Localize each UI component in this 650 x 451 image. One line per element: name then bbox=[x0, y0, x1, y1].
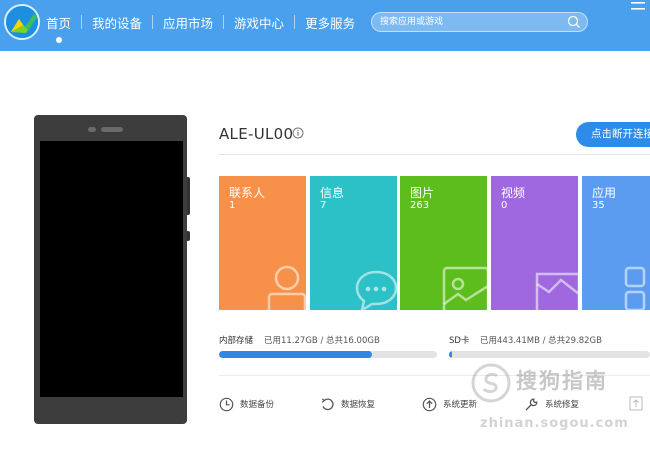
sd-storage-label: SD卡 bbox=[449, 336, 470, 346]
restore-icon bbox=[321, 397, 334, 410]
info-icon[interactable] bbox=[292, 127, 304, 139]
backup-button[interactable]: 数据备份 bbox=[219, 394, 274, 414]
tile-label: 视频 bbox=[501, 186, 526, 200]
nav-item-app-market[interactable]: 应用市场 bbox=[153, 0, 223, 44]
device-name: ALE-UL00 bbox=[219, 125, 294, 143]
nav-item-game-center[interactable]: 游戏中心 bbox=[224, 0, 294, 44]
backup-label: 数据备份 bbox=[240, 400, 275, 410]
sd-storage-fill bbox=[449, 351, 452, 358]
picture-icon bbox=[442, 266, 487, 310]
active-indicator bbox=[55, 37, 62, 43]
contacts-icon bbox=[267, 265, 306, 310]
system-repair-button[interactable]: 系统修复 bbox=[524, 394, 579, 414]
sd-storage-bar bbox=[449, 351, 650, 358]
watermark-text: 搜狗指南 bbox=[516, 369, 608, 393]
restore-button[interactable]: 数据恢复 bbox=[320, 394, 375, 414]
internal-storage-fill bbox=[219, 351, 373, 358]
nav-item-label: 首页 bbox=[46, 15, 72, 31]
sd-storage-usage: 已用443.41MB / 总共29.82GB bbox=[480, 336, 602, 346]
system-update-button[interactable]: 系统更新 bbox=[422, 394, 477, 414]
nav-item-label: 更多服务 bbox=[305, 15, 356, 31]
divider bbox=[219, 375, 650, 376]
apps-grid-icon bbox=[624, 266, 646, 310]
restore-label: 数据恢复 bbox=[341, 400, 376, 410]
tile-apps[interactable]: 应用 35 bbox=[582, 176, 650, 310]
nav-item-home[interactable]: 首页 bbox=[46, 0, 81, 44]
nav-item-label: 我的设备 bbox=[92, 15, 143, 31]
tile-count: 0 bbox=[501, 200, 508, 211]
tile-contacts[interactable]: 联系人 1 bbox=[219, 176, 306, 310]
search-input[interactable] bbox=[380, 13, 560, 31]
export-icon[interactable] bbox=[629, 396, 643, 411]
nav-item-my-devices[interactable]: 我的设备 bbox=[82, 0, 152, 44]
phone-side-button bbox=[187, 177, 190, 215]
nav-item-label: 游戏中心 bbox=[234, 15, 285, 31]
system-update-label: 系统更新 bbox=[443, 400, 478, 410]
logo-icon bbox=[6, 6, 38, 38]
nav-item-label: 应用市场 bbox=[163, 15, 214, 31]
disconnect-button[interactable]: 点击断开连接 bbox=[576, 122, 650, 147]
phone-side-button bbox=[187, 231, 190, 241]
backup-icon bbox=[219, 397, 234, 411]
phone-screen bbox=[40, 141, 183, 397]
search-icon[interactable] bbox=[567, 15, 581, 29]
phone-camera bbox=[88, 127, 96, 132]
internal-storage-label: 内部存储 bbox=[219, 336, 254, 346]
divider bbox=[219, 154, 650, 155]
top-bar: 首页 我的设备 应用市场 游戏中心 更多服务 bbox=[0, 0, 650, 51]
tile-count: 263 bbox=[410, 200, 430, 211]
tile-count: 1 bbox=[229, 200, 236, 211]
tile-label: 信息 bbox=[320, 186, 345, 200]
update-arrow-icon bbox=[422, 397, 437, 411]
phone-speaker bbox=[101, 127, 123, 132]
phone-illustration bbox=[34, 115, 190, 424]
nav-item-more-services[interactable]: 更多服务 bbox=[295, 0, 365, 44]
watermark-url: zhinan.sogou.com bbox=[480, 416, 629, 431]
app-window: 首页 我的设备 应用市场 游戏中心 更多服务 搜索应用或游戏 ALE-UL00 … bbox=[0, 0, 650, 451]
tile-messages[interactable]: 信息 7 bbox=[310, 176, 397, 310]
app-logo[interactable] bbox=[4, 4, 40, 40]
tile-count: 35 bbox=[592, 200, 605, 211]
tile-count: 7 bbox=[320, 200, 327, 211]
tile-label: 联系人 bbox=[229, 186, 266, 200]
menu-icon[interactable] bbox=[627, 0, 650, 14]
tile-label: 图片 bbox=[410, 186, 435, 200]
main-nav: 首页 我的设备 应用市场 游戏中心 更多服务 bbox=[46, 0, 365, 44]
tile-label: 应用 bbox=[592, 186, 617, 200]
wrench-icon bbox=[525, 398, 538, 410]
message-bubble-icon bbox=[355, 270, 397, 310]
tile-pictures[interactable]: 图片 263 bbox=[400, 176, 487, 310]
system-repair-label: 系统修复 bbox=[545, 400, 580, 410]
search-box bbox=[371, 12, 588, 32]
video-icon bbox=[535, 272, 578, 310]
internal-storage-bar bbox=[219, 351, 437, 358]
internal-storage-usage: 已用11.27GB / 总共16.00GB bbox=[264, 336, 380, 346]
tile-videos[interactable]: 视频 0 bbox=[491, 176, 578, 310]
